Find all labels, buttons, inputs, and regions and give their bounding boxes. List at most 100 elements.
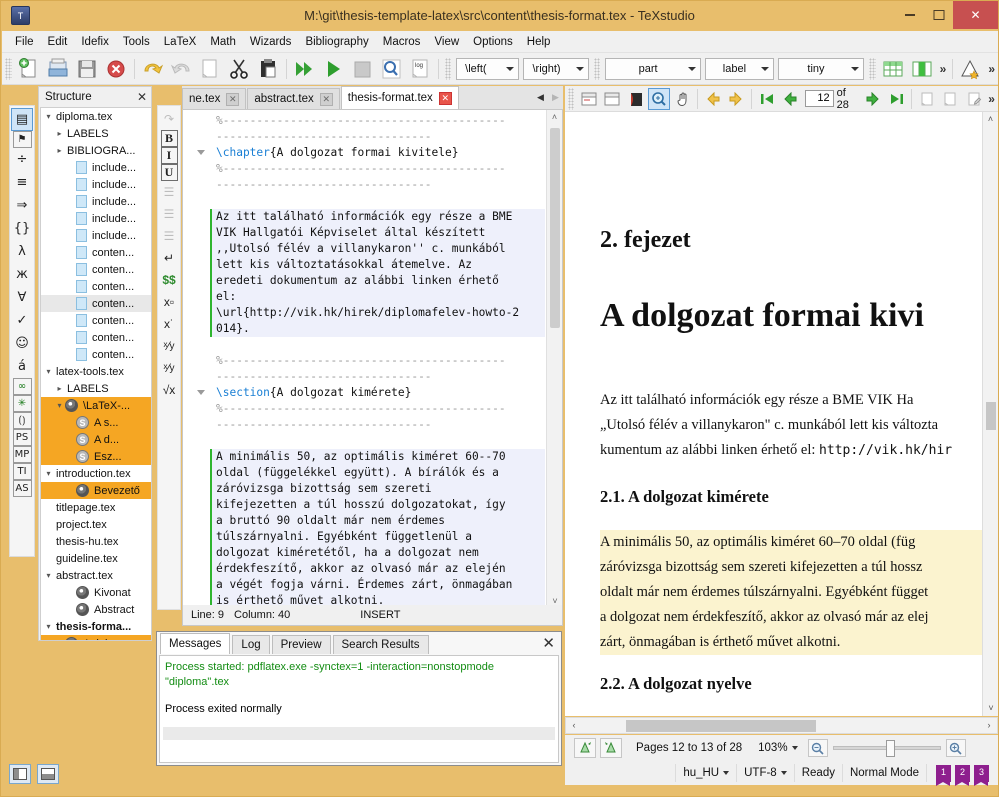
insert-graphic-button[interactable] [957,56,984,82]
editor-line[interactable] [210,433,545,449]
toggle-bottom-panel-button[interactable] [37,764,59,784]
pdf-viewer[interactable]: 2. fejezet A dolgozat formai kivi Az itt… [565,112,998,716]
toolbar-grip[interactable] [568,87,575,110]
fit-to-width-icon[interactable] [916,88,937,110]
pdf-vertical-scrollbar[interactable]: ˄ ˅ [982,112,998,716]
minimize-button[interactable] [895,1,924,29]
copy-button[interactable] [197,56,224,82]
undo-button[interactable] [139,56,166,82]
zoom-slider-knob[interactable] [885,740,895,757]
dfrac-icon[interactable]: ˣ⁄ y [159,357,179,379]
menu-options[interactable]: Options [466,33,520,51]
editor-line[interactable]: VIK Hallgatói Képviselet által készített [210,225,545,241]
view-log-magnifier-button[interactable] [378,56,405,82]
fold-triangle-icon[interactable] [197,150,205,155]
align-left-icon[interactable]: ☰ [159,181,179,203]
structure-tree-item[interactable]: Abstract [41,601,151,618]
scroll-up-icon[interactable]: ˄ [547,110,562,125]
twisty-icon[interactable]: ▸ [54,146,65,155]
editor-line[interactable]: Az itt található információk egy része a… [210,209,545,225]
operators-symbols-icon[interactable]: ÷ [11,148,33,171]
editor-line[interactable]: záróvizsga bizottság sem szereti [210,481,545,497]
external-pdf-viewer-icon[interactable] [625,88,646,110]
structure-tree-item[interactable]: ▾ A dolgo... [41,635,151,640]
editor-line[interactable]: a bruttó 90 oldalt már nem érdemes [210,513,545,529]
left-delimiter-combo[interactable]: \left( [456,57,520,80]
sqrt-icon[interactable]: √x [159,379,179,401]
log-file-button[interactable]: log [407,56,434,82]
menu-bibliography[interactable]: Bibliography [298,33,375,51]
structure-tree-item[interactable]: S A d... [41,431,151,448]
editor-line[interactable]: eredeti dokumentum az alábbi linken érhe… [210,273,545,289]
editor-line[interactable]: oldal (függelékkel együtt). A bírálók és… [210,465,545,481]
code-editor[interactable]: %---------------------------------------… [182,109,563,610]
structure-tree-item[interactable]: ▸ BIBLIOGRA... [41,142,151,159]
delimiters-symbols-icon[interactable]: {} [11,217,33,240]
fold-gutter[interactable] [183,110,210,609]
right-delimiter-combo[interactable]: \right) [523,57,589,80]
newline-icon[interactable]: ↵ [159,247,179,269]
editor-line[interactable]: -------------------------------- [210,417,545,433]
close-icon[interactable]: ✕ [226,92,240,106]
structure-tree-item[interactable]: conten... [41,346,151,363]
editor-line[interactable]: \chapter{A dolgozat formai kivitele} [197,145,545,161]
structure-tree-item[interactable]: conten... [41,295,151,312]
scroll-up-icon[interactable]: ˄ [983,112,998,127]
scrollbar-thumb[interactable] [626,720,816,732]
pdf-toolbar-overflow-button[interactable]: » [985,92,998,106]
relation-symbols-icon[interactable]: ≡ [11,171,33,194]
twisty-icon[interactable]: ▾ [43,469,54,478]
structure-tree-item[interactable]: ▾ \LaTeX-... [41,397,151,414]
editor-line[interactable]: %---------------------------------------… [210,353,545,369]
close-icon[interactable]: ✕ [319,92,333,106]
editor-line[interactable]: lett kis változtatásokkal átemelve. Az [210,257,545,273]
asymptote-panel-icon[interactable]: AS [12,480,32,497]
structure-tree-item[interactable]: include... [41,210,151,227]
previous-page-icon[interactable] [779,88,800,110]
close-document-button[interactable] [103,56,130,82]
structure-tree-item[interactable]: ▾ thesis-forma... [41,618,151,635]
continuous-page-view-icon[interactable] [602,88,623,110]
editor-line[interactable] [210,337,545,353]
pdf-page-input[interactable]: 12 [804,90,834,107]
zoom-slider[interactable] [832,740,941,757]
single-page-view-icon[interactable] [578,88,599,110]
twisty-icon[interactable]: ▾ [54,639,65,640]
structure-tree-item[interactable]: conten... [41,312,151,329]
fraction-icon[interactable]: ˣ⁄ y [159,335,179,357]
menu-file[interactable]: File [8,33,41,51]
stop-compile-button[interactable] [349,56,376,82]
close-icon[interactable]: ✕ [438,91,452,105]
tab-log[interactable]: Log [232,635,270,654]
align-right-icon[interactable]: ☰ [159,225,179,247]
structure-tree-item[interactable]: include... [41,227,151,244]
underline-icon[interactable]: U [160,164,178,181]
editor-line[interactable]: %---------------------------------------… [210,161,545,177]
open-document-button[interactable] [45,56,72,82]
encoding-indicator[interactable]: UTF-8 [736,764,794,782]
structure-tree-item[interactable]: Bevezető [41,482,151,499]
new-document-button[interactable] [16,56,43,82]
scroll-left-icon[interactable]: ‹ [567,718,581,733]
tab-search-results[interactable]: Search Results [332,635,429,654]
editor-line[interactable]: túlszárnyalni. Egyébként függetlenül a [210,529,545,545]
structure-tree-item[interactable]: Kivonat [41,584,151,601]
fold-triangle-icon[interactable] [197,390,205,395]
structure-view-icon[interactable]: ▤ [11,108,33,131]
editor-line[interactable]: \section{A dolgozat kimérete} [197,385,545,401]
menu-math[interactable]: Math [203,33,243,51]
paste-button[interactable] [255,56,282,82]
menu-view[interactable]: View [427,33,466,51]
structure-tree-item[interactable]: ▾ latex-tools.tex [41,363,151,380]
structure-tree-item[interactable]: project.tex [41,516,151,533]
twisty-icon[interactable]: ▸ [54,384,65,393]
inline-math-icon[interactable]: $$ [159,269,179,291]
first-page-icon[interactable] [756,88,777,110]
chevron-down-icon[interactable] [791,746,798,750]
bookmarks-view-icon[interactable]: ⚑ [12,131,32,148]
structure-tree-item[interactable]: conten... [41,244,151,261]
infinity-symbols-icon[interactable]: ∞ [12,378,32,395]
menu-macros[interactable]: Macros [376,33,428,51]
editor-line[interactable]: %---------------------------------------… [210,113,545,129]
bookmark-1-button[interactable]: 1 [936,764,951,786]
